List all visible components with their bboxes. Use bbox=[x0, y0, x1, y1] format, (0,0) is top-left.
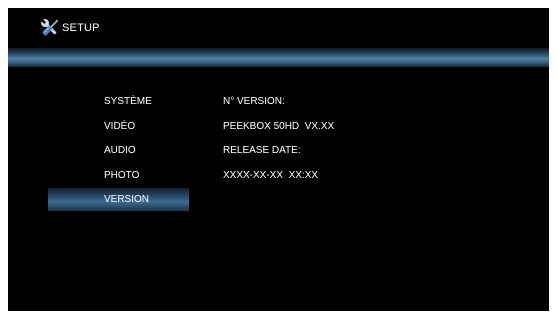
release-date-label: RELEASE DATE: bbox=[223, 145, 301, 156]
menu-item-video[interactable]: VIDÉO bbox=[48, 115, 189, 140]
version-label: N° VERSION: bbox=[223, 96, 285, 107]
header-divider-bar bbox=[8, 48, 549, 67]
version-info-panel: N° VERSION: PEEKBOX 50HD VX.XX RELEASE D… bbox=[223, 90, 523, 188]
menu-item-label: SYSTÈME bbox=[104, 96, 152, 107]
page-title: SETUP bbox=[62, 22, 100, 34]
menu-item-label: VERSION bbox=[104, 194, 150, 205]
tools-icon bbox=[38, 16, 62, 40]
header: SETUP bbox=[8, 8, 549, 48]
menu-item-label: VIDÉO bbox=[104, 120, 136, 132]
menu-item-label: AUDIO bbox=[104, 145, 136, 156]
menu-item-photo[interactable]: PHOTO bbox=[48, 164, 189, 189]
menu-item-systeme[interactable]: SYSTÈME bbox=[48, 90, 189, 115]
menu-item-audio[interactable]: AUDIO bbox=[48, 139, 189, 164]
menu-item-version[interactable]: VERSION bbox=[48, 188, 189, 211]
settings-menu: SYSTÈME VIDÉO AUDIO PHOTO VERSION bbox=[48, 90, 189, 211]
tv-screen: SETUP SYSTÈME VIDÉO AUDIO PHOTO VERSION … bbox=[8, 8, 549, 311]
version-value: PEEKBOX 50HD VX.XX bbox=[223, 120, 335, 132]
release-date-value: XXXX-XX-XX XX:XX bbox=[223, 169, 319, 181]
menu-item-label: PHOTO bbox=[104, 169, 140, 181]
